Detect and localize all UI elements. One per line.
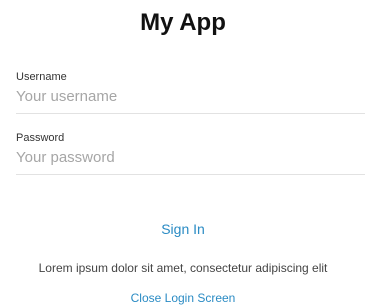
- username-label: Username: [16, 71, 67, 83]
- sign-in-button[interactable]: Sign In: [0, 219, 366, 239]
- password-label: Password: [16, 132, 65, 144]
- password-input[interactable]: [16, 148, 365, 175]
- description-text: Lorem ipsum dolor sit amet, consectetur …: [38, 261, 328, 275]
- username-field-group: Username: [16, 70, 365, 114]
- close-login-screen-link[interactable]: Close Login Screen: [0, 290, 366, 306]
- username-input[interactable]: [16, 87, 365, 114]
- password-field-group: Password: [16, 131, 365, 175]
- page-title: My App: [140, 9, 226, 36]
